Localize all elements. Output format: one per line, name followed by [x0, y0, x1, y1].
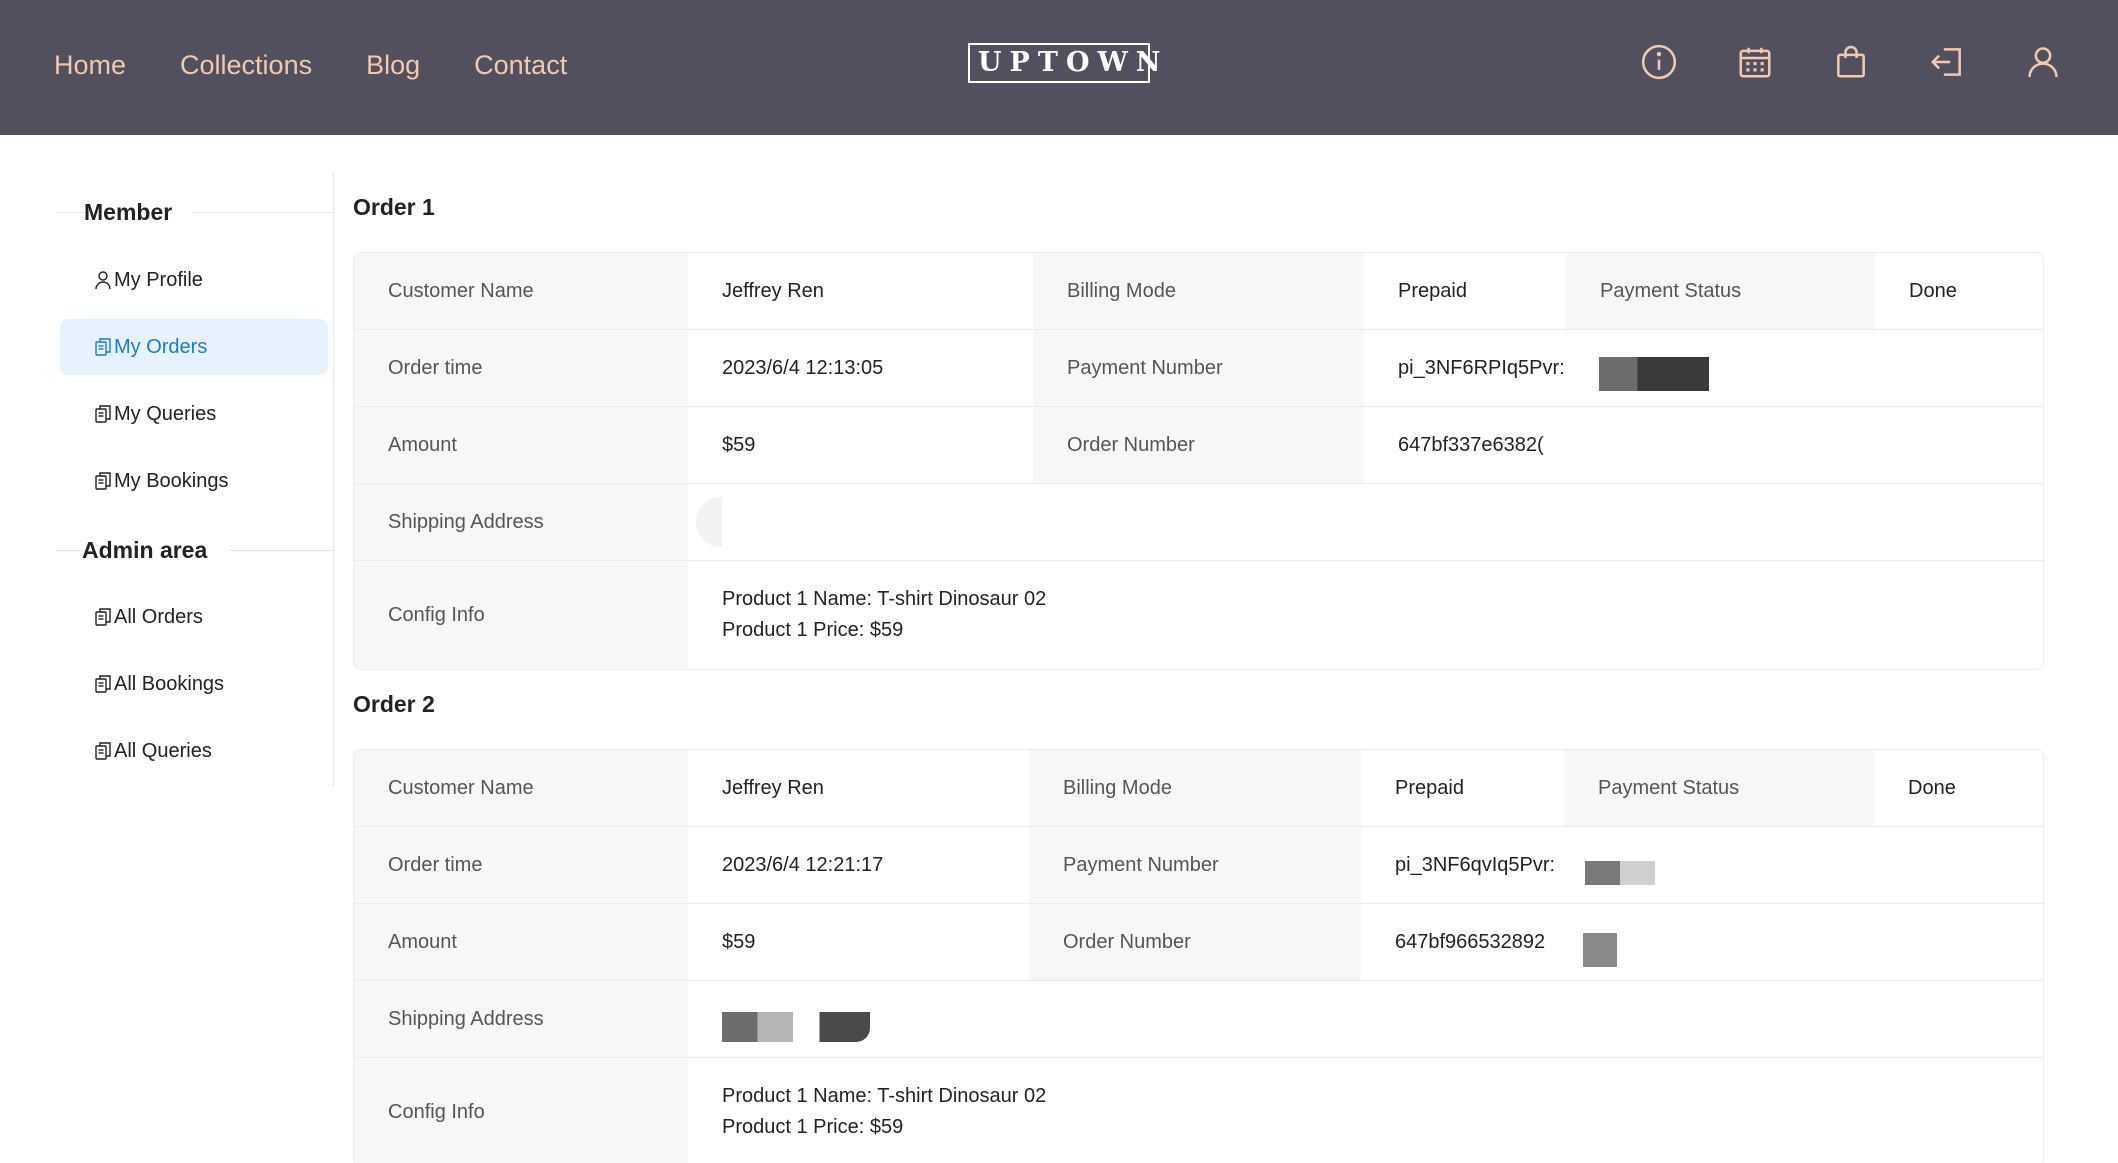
payment-number-value: pi_3NF6RPIq5Pvr: [1398, 356, 1565, 379]
amount-value: $59 [722, 433, 756, 456]
document-copy-icon [94, 337, 112, 357]
billing-mode-value: Prepaid [1398, 279, 1467, 302]
payment-number-label: Payment Number [1033, 330, 1364, 406]
order-time-value: 2023/6/4 12:21:17 [722, 853, 884, 876]
table-row: Order time 2023/6/4 12:21:17 Payment Num… [354, 827, 2043, 904]
table-row: Config Info Product 1 Name: T-shirt Dino… [354, 561, 2043, 669]
payment-status-value: Done [1908, 776, 1956, 799]
document-copy-icon [94, 607, 112, 627]
config-line: Product 1 Price: $59 [722, 1116, 904, 1138]
payment-number-value: pi_3NF6qvIq5Pvr: [1395, 853, 1556, 876]
table-row: Order time 2023/6/4 12:13:05 Payment Num… [354, 330, 2043, 407]
payment-number-cell: pi_3NF6RPIq5Pvr: [1364, 330, 2043, 406]
document-copy-icon [94, 404, 112, 424]
amount-label: Amount [354, 407, 688, 483]
order-title: Order 1 [353, 194, 435, 220]
redaction-block [1585, 861, 1656, 885]
payment-number-cell: pi_3NF6qvIq5Pvr: [1361, 827, 2043, 903]
customer-name-label: Customer Name [354, 253, 688, 329]
top-header: Home Collections Blog Contact UPTOWN [0, 0, 2118, 135]
order-number-label: Order Number [1029, 904, 1361, 980]
table-row: Amount $59 Order Number 647bf337e6382( [354, 407, 2043, 484]
order-number-value: 647bf337e6382( [1398, 433, 1544, 456]
config-info-value: Product 1 Name: T-shirt Dinosaur 02 Prod… [688, 1058, 2043, 1163]
order-details-table: Customer Name Jeffrey Ren Billing Mode P… [353, 749, 2044, 1163]
sidebar-item-my-orders[interactable]: My Orders [60, 319, 328, 375]
table-row: Amount $59 Order Number 647bf966532892 [354, 904, 2043, 981]
billing-mode-label: Billing Mode [1029, 750, 1361, 826]
brand-logo[interactable]: UPTOWN [968, 43, 1160, 83]
shipping-address-value [688, 981, 2043, 1057]
user-icon[interactable] [2024, 42, 2062, 82]
table-row: Config Info Product 1 Name: T-shirt Dino… [354, 1058, 2043, 1163]
sidebar-item-label: My Profile [114, 268, 203, 291]
sidebar-item-label: All Queries [114, 739, 212, 762]
sidebar-item-label: My Bookings [114, 469, 229, 492]
sidebar-item-all-orders[interactable]: All Orders [60, 589, 328, 645]
user-icon [94, 270, 112, 290]
config-info-label: Config Info [354, 561, 688, 669]
order-number-value: 647bf966532892 [1395, 930, 1546, 953]
payment-status-label: Payment Status [1564, 750, 1874, 826]
config-info-label: Config Info [354, 1058, 688, 1163]
member-section-title: Member [84, 199, 195, 226]
amount-value: $59 [722, 930, 756, 953]
sidebar-item-label: My Queries [114, 402, 217, 425]
sidebar-item-all-queries[interactable]: All Queries [60, 723, 328, 779]
customer-name-value: Jeffrey Ren [722, 776, 824, 799]
header-icon-bar [1640, 42, 2062, 82]
order-number-label: Order Number [1033, 407, 1364, 483]
table-row: Customer Name Jeffrey Ren Billing Mode P… [354, 253, 2043, 330]
calendar-icon[interactable] [1736, 42, 1774, 82]
billing-mode-label: Billing Mode [1033, 253, 1364, 329]
config-line: Product 1 Price: $59 [722, 619, 904, 641]
customer-name-label: Customer Name [354, 750, 688, 826]
redaction-block [1598, 357, 1709, 391]
table-row: Customer Name Jeffrey Ren Billing Mode P… [354, 750, 2043, 827]
nav-blog-link[interactable]: Blog [366, 46, 420, 84]
config-line: Product 1 Name: T-shirt Dinosaur 02 [722, 588, 1047, 610]
account-sidebar: Member My Profile My Orders My Queries M… [0, 172, 334, 787]
billing-mode-value: Prepaid [1395, 776, 1464, 799]
sidebar-item-label: All Orders [114, 605, 203, 628]
shopping-bag-icon[interactable] [1832, 42, 1870, 82]
sidebar-item-label: All Bookings [114, 672, 225, 695]
config-info-value: Product 1 Name: T-shirt Dinosaur 02 Prod… [688, 561, 2043, 669]
admin-section-title: Admin area [82, 537, 230, 564]
order-title: Order 2 [353, 691, 435, 717]
logout-icon[interactable] [1928, 42, 1966, 82]
amount-label: Amount [354, 904, 688, 980]
redaction-block [696, 497, 722, 547]
payment-status-label: Payment Status [1566, 253, 1875, 329]
shipping-address-label: Shipping Address [354, 981, 688, 1057]
info-icon[interactable] [1640, 42, 1678, 82]
document-copy-icon [94, 674, 112, 694]
redaction-block [1583, 933, 1618, 967]
sidebar-item-my-profile[interactable]: My Profile [60, 252, 328, 308]
customer-name-value: Jeffrey Ren [722, 279, 824, 302]
order-number-cell: 647bf966532892 [1361, 904, 2043, 980]
sidebar-item-my-queries[interactable]: My Queries [60, 386, 328, 442]
nav-contact-link[interactable]: Contact [474, 46, 567, 84]
document-copy-icon [94, 471, 112, 491]
table-row: Shipping Address [354, 981, 2043, 1058]
config-line: Product 1 Name: T-shirt Dinosaur 02 [722, 1085, 1047, 1107]
sidebar-item-label: My Orders [114, 335, 208, 358]
order-time-value: 2023/6/4 12:13:05 [722, 356, 884, 379]
sidebar-item-all-bookings[interactable]: All Bookings [60, 656, 328, 712]
redaction-block [722, 1012, 870, 1042]
shipping-address-value [688, 484, 2043, 560]
order-time-label: Order time [354, 827, 688, 903]
payment-number-label: Payment Number [1029, 827, 1361, 903]
shipping-address-label: Shipping Address [354, 484, 688, 560]
document-copy-icon [94, 741, 112, 761]
main-nav: Home Collections Blog Contact [54, 46, 567, 84]
table-row: Shipping Address [354, 484, 2043, 561]
order-details-table: Customer Name Jeffrey Ren Billing Mode P… [353, 252, 2044, 670]
nav-collections-link[interactable]: Collections [180, 46, 312, 84]
sidebar-item-my-bookings[interactable]: My Bookings [60, 453, 328, 509]
payment-status-value: Done [1909, 279, 1957, 302]
order-time-label: Order time [354, 330, 688, 406]
nav-home-link[interactable]: Home [54, 46, 126, 84]
